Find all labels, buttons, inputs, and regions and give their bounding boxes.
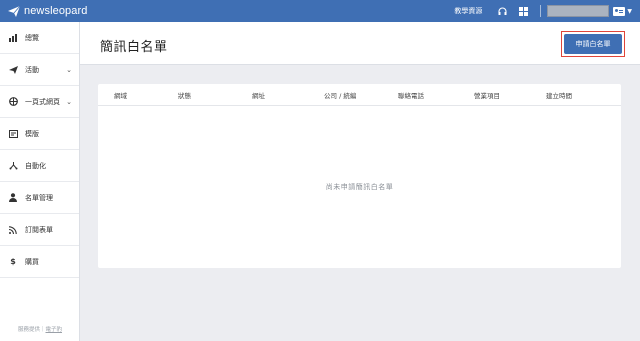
column-header-business[interactable]: 營業項目	[474, 90, 500, 100]
layout-icon	[8, 97, 18, 107]
headset-icon[interactable]	[498, 6, 507, 16]
logo-text: newsleopard	[24, 5, 88, 17]
topbar-divider	[540, 5, 542, 17]
account-menu[interactable]: ▼	[613, 6, 632, 16]
automation-icon	[8, 161, 18, 171]
grid-icon[interactable]	[519, 6, 529, 16]
sidebar-item-label: 活動	[25, 65, 39, 74]
sidebar-item-landing-pages[interactable]: 一頁式網頁 ⌄	[0, 86, 79, 118]
sidebar-item-overview[interactable]: 總覽	[0, 22, 79, 54]
sidebar-item-label: 自動化	[25, 161, 46, 170]
paper-plane-icon	[8, 65, 18, 75]
sidebar: 總覽 活動 ⌄ 一頁式網頁 ⌄ 模版 自動化 名單管理 訂閱表單 $ 購買 服務…	[0, 22, 80, 341]
apply-whitelist-button[interactable]: 申請白名單	[564, 34, 622, 54]
caret-down-icon: ▼	[627, 7, 632, 15]
logo[interactable]: newsleopard	[8, 5, 87, 17]
dollar-icon: $	[10, 257, 16, 266]
sidebar-item-label: 模版	[25, 129, 39, 138]
sidebar-footer: 服務提供｜電子豹	[0, 325, 80, 333]
rss-icon	[8, 225, 18, 235]
sidebar-item-automation[interactable]: 自動化	[0, 150, 79, 182]
sidebar-item-purchase[interactable]: $ 購買	[0, 246, 79, 278]
column-header-url[interactable]: 網址	[252, 90, 265, 100]
column-header-phone[interactable]: 聯絡電話	[398, 90, 424, 100]
sidebar-item-label: 一頁式網頁	[25, 97, 60, 106]
footer-prefix: 服務提供｜	[17, 327, 46, 333]
column-header-status[interactable]: 狀態	[178, 90, 191, 100]
user-icon	[8, 193, 18, 203]
column-header-created[interactable]: 建立時間	[546, 90, 572, 100]
paper-plane-icon	[8, 5, 20, 17]
template-icon	[8, 129, 18, 139]
tutorial-link[interactable]: 教學資源	[454, 6, 482, 16]
page-title: 簡訊白名單	[100, 40, 168, 55]
table-header: 網域 狀態 網址 公司 / 統編 聯絡電話 營業項目 建立時間	[98, 84, 621, 106]
sidebar-item-label: 訂閱表單	[25, 225, 53, 234]
bar-chart-icon	[8, 33, 18, 43]
user-card-icon	[613, 6, 626, 16]
highlight-frame: 申請白名單	[561, 31, 625, 57]
sidebar-item-label: 名單管理	[25, 193, 53, 202]
empty-state-message: 尚未申請簡訊白名單	[325, 183, 394, 191]
column-header-company[interactable]: 公司 / 統編	[324, 90, 356, 100]
sidebar-item-templates[interactable]: 模版	[0, 118, 79, 150]
sidebar-item-contacts[interactable]: 名單管理	[0, 182, 79, 214]
footer-link[interactable]: 電子豹	[46, 327, 63, 333]
account-name-field[interactable]	[547, 5, 610, 17]
whitelist-table: 網域 狀態 網址 公司 / 統編 聯絡電話 營業項目 建立時間 尚未申請簡訊白名…	[98, 84, 621, 268]
sidebar-item-label: 總覽	[25, 33, 39, 42]
sidebar-item-label: 購買	[25, 257, 39, 266]
sidebar-item-subscription-forms[interactable]: 訂閱表單	[0, 214, 79, 246]
chevron-down-icon: ⌄	[66, 97, 72, 106]
column-header-domain[interactable]: 網域	[114, 90, 127, 100]
chevron-down-icon: ⌄	[66, 65, 72, 74]
sidebar-item-campaigns[interactable]: 活動 ⌄	[0, 54, 79, 86]
page-header: 簡訊白名單 申請白名單	[80, 22, 640, 65]
top-navigation-bar: newsleopard 教學資源 ▼	[0, 0, 640, 22]
